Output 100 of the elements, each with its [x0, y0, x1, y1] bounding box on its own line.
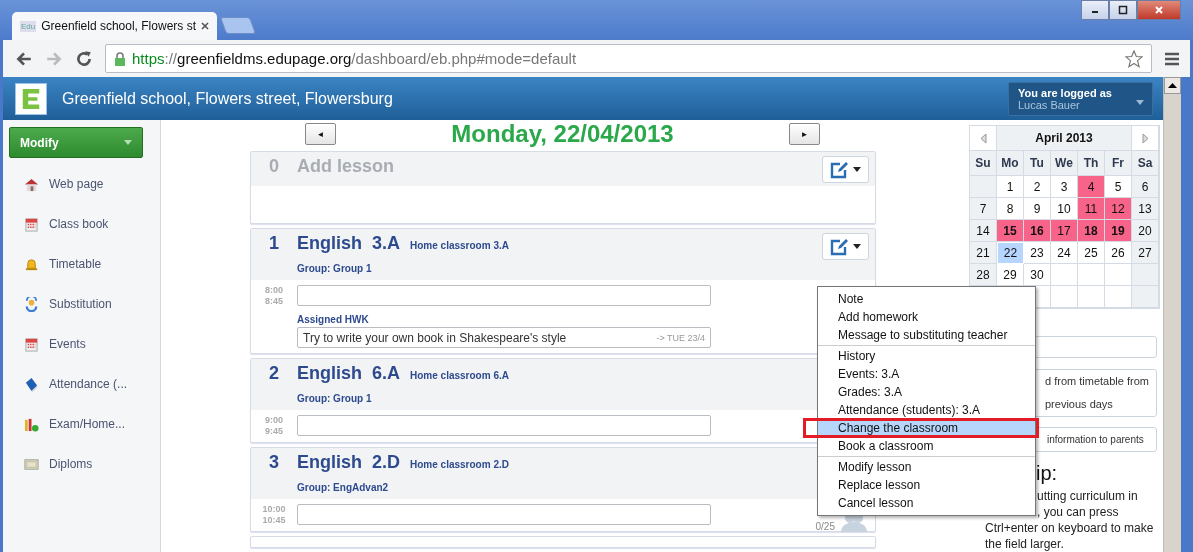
menu-item[interactable]: History [818, 349, 1035, 363]
menu-item[interactable]: Change the classroom [818, 421, 1035, 435]
calendar-day[interactable]: 18 [1078, 220, 1105, 242]
sidebar-item[interactable]: Substitution [9, 284, 155, 324]
sidebar-item[interactable]: Attendance (... [9, 364, 155, 404]
menu-item[interactable]: Cancel lesson [818, 496, 1035, 510]
book-icon [24, 376, 39, 392]
group-label: Group: EngAdvan2 [297, 482, 389, 493]
calendar-day[interactable]: 7 [970, 198, 997, 220]
note-field[interactable] [297, 285, 711, 306]
calendar-day[interactable]: 13 [1132, 198, 1159, 220]
calendar-day[interactable]: 22 [997, 242, 1024, 264]
sidebar-item[interactable]: Class book [9, 204, 155, 244]
note-field[interactable] [297, 504, 711, 525]
pencil-icon [830, 160, 850, 179]
sidebar-item[interactable]: Diploms [9, 444, 155, 484]
note-field[interactable] [297, 415, 711, 436]
calendar-day[interactable]: 5 [1105, 176, 1132, 198]
calendar-day[interactable]: 26 [1105, 242, 1132, 264]
menu-item[interactable]: Replace lesson [818, 478, 1035, 492]
class-name: 3.A [372, 233, 401, 254]
reload-icon[interactable] [75, 49, 93, 68]
calendar-day[interactable]: 16 [1024, 220, 1051, 242]
user-menu[interactable]: You are logged as Lucas Bauer [1008, 81, 1153, 116]
tip-text: the field larger. [985, 536, 1065, 552]
sidebar-item[interactable]: Exam/Home... [9, 404, 155, 444]
menu-item[interactable]: Note [818, 292, 1035, 306]
tip-text: utting curriculum in [1036, 488, 1139, 504]
sidebar-item[interactable]: Events [9, 324, 155, 364]
close-button[interactable] [1137, 0, 1181, 20]
edit-button[interactable] [822, 156, 869, 183]
start-time: 9:00 [265, 415, 283, 426]
calendar-day[interactable]: 20 [1132, 220, 1159, 242]
calendar-cell [1078, 264, 1105, 286]
calendar-cell [1051, 264, 1078, 286]
calendar-day[interactable]: 30 [1024, 264, 1051, 286]
previous-day-button[interactable]: ◄ [305, 123, 336, 145]
calendar-day[interactable]: 6 [1132, 176, 1159, 198]
calendar-day[interactable]: 19 [1105, 220, 1132, 242]
tab-title: Greenfield school, Flowers st [41, 19, 196, 33]
calendar-day[interactable]: 10 [1051, 198, 1078, 220]
maximize-icon [1118, 5, 1128, 15]
edit-button[interactable] [822, 233, 869, 260]
minimize-button[interactable] [1081, 0, 1109, 20]
calendar-day[interactable]: 8 [997, 198, 1024, 220]
calendar-day[interactable]: 15 [997, 220, 1024, 242]
modify-button[interactable]: Modify [9, 127, 143, 158]
calendar-day[interactable]: 24 [1051, 242, 1078, 264]
lesson-number: 3 [269, 452, 280, 473]
date-title: Monday, 22/04/2013 [451, 120, 674, 148]
menu-item[interactable]: Add homework [818, 310, 1035, 324]
group-label: Group: Group 1 [297, 393, 372, 404]
sidebar-item[interactable]: Timetable [9, 244, 155, 284]
next-day-button[interactable]: ► [789, 123, 820, 145]
calendar-day[interactable]: 27 [1132, 242, 1159, 264]
browser-tab[interactable]: Edu Greenfield school, Flowers st [12, 12, 217, 40]
menu-icon[interactable] [1164, 51, 1180, 66]
logo[interactable] [15, 82, 47, 115]
classroom-label: Home classroom 6.A [410, 370, 509, 381]
weekday-label: We [1051, 151, 1078, 176]
favicon: Edu [20, 20, 37, 32]
start-time: 8:00 [265, 285, 283, 296]
calendar-day[interactable]: 1 [997, 176, 1024, 198]
address-bar[interactable]: https://greenfieldms.edupage.org/dashboard/eb.php#mode=default [105, 44, 1152, 73]
calendar-day[interactable]: 12 [1105, 198, 1132, 220]
subject-name: English [297, 233, 362, 254]
calendar-day[interactable]: 3 [1051, 176, 1078, 198]
weekday-label: Tu [1024, 151, 1051, 176]
test-tubes-icon [24, 416, 39, 432]
maximize-button[interactable] [1109, 0, 1137, 20]
menu-item[interactable]: Message to substituting teacher [818, 328, 1035, 342]
new-tab-button[interactable] [219, 17, 257, 34]
classroom-label: Home classroom 2.D [410, 459, 509, 470]
bell-icon [24, 256, 39, 272]
calendar-day[interactable]: 2 [1024, 176, 1051, 198]
calendar-day[interactable]: 23 [1024, 242, 1051, 264]
scrollbar[interactable] [1163, 77, 1181, 552]
homework-label: Assigned HWK [297, 314, 369, 325]
homework-field[interactable]: Try to write your own book in Shakespeare's style -> TUE 23/4 [297, 327, 711, 348]
calendar-day[interactable]: 21 [970, 242, 997, 264]
close-icon [1154, 5, 1164, 15]
caret-icon [853, 244, 861, 249]
url-text: https://greenfieldms.edupage.org/dashboard/eb.php#mode=default [132, 50, 577, 67]
calendar-day[interactable]: 4 [1078, 176, 1105, 198]
up-arrow-icon[interactable] [1168, 83, 1177, 88]
calendar-day[interactable]: 17 [1051, 220, 1078, 242]
calendar-day[interactable]: 14 [970, 220, 997, 242]
calendar-day[interactable]: 29 [997, 264, 1024, 286]
calendar-day[interactable]: 11 [1078, 198, 1105, 220]
swap-icon [24, 296, 39, 312]
weekday-label: Sa [1132, 151, 1159, 176]
star-icon[interactable] [1125, 49, 1143, 68]
menu-item[interactable]: Modify lesson [818, 460, 1035, 474]
calendar-day[interactable]: 9 [1024, 198, 1051, 220]
calendar-day[interactable]: 28 [970, 264, 997, 286]
classroom-label: Home classroom 3.A [410, 240, 509, 251]
close-icon[interactable] [200, 22, 209, 30]
calendar-day[interactable]: 25 [1078, 242, 1105, 264]
sidebar-item[interactable]: Web page [9, 164, 155, 204]
subject-name: English [297, 363, 362, 384]
